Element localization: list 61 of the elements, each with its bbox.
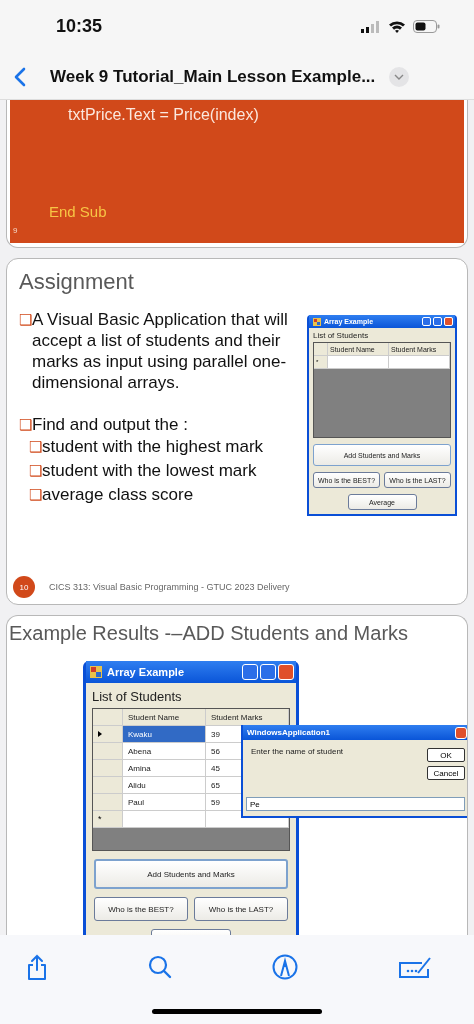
signal-icon	[361, 20, 381, 33]
back-button[interactable]	[12, 65, 28, 89]
bullet-marker: ❑	[29, 485, 42, 505]
table-cell	[389, 356, 450, 369]
grid-label: List of Students	[313, 331, 370, 340]
minimize-button[interactable]	[242, 664, 258, 680]
bullet-text: student with the lowest mark	[42, 460, 258, 482]
search-button[interactable]	[146, 953, 174, 981]
dialog-button[interactable]: Cancel	[427, 766, 465, 780]
status-time: 10:35	[56, 16, 103, 37]
bullet-marker: ❑	[19, 415, 32, 435]
table-cell: Kwaku	[123, 726, 206, 743]
table-cell: Abena	[123, 743, 206, 760]
app-icon	[90, 666, 102, 678]
slide-number: 10	[13, 576, 35, 598]
row-header	[93, 777, 123, 794]
bullet-marker: ❑	[29, 461, 42, 481]
row-header	[93, 760, 123, 777]
column-header: Student Name	[123, 709, 206, 726]
table-cell: Alidu	[123, 777, 206, 794]
wifi-icon	[388, 20, 406, 33]
back-chevron-icon	[14, 67, 26, 87]
bullet-text: Find and output the :	[32, 414, 189, 435]
window-button[interactable]: Who is the BEST?	[94, 897, 188, 921]
bullet-marker: ❑	[19, 310, 32, 330]
slide-title: Assignment	[19, 269, 135, 295]
slide-title: Example Results -–ADD Students and Marks	[9, 622, 410, 645]
battery-icon	[413, 20, 440, 33]
bullet-marker: ❑	[29, 437, 42, 457]
new-row-marker: *	[98, 814, 102, 824]
search-icon	[148, 955, 172, 979]
table-cell: Paul	[123, 794, 206, 811]
window-title: Array Example	[107, 666, 186, 678]
code-line: txtPrice.Text = Price(index)	[68, 106, 260, 125]
document-title: Week 9 Tutorial_Main Lesson Example...	[50, 67, 376, 87]
table-cell: Amina	[123, 760, 206, 777]
bullet-text: A Visual Basic Application that will accept a list of students and their marks as input using parallel one-dimensional arrays.	[32, 309, 289, 393]
slide-number: 9	[13, 226, 18, 235]
app-icon	[313, 317, 321, 326]
maximize-button[interactable]	[433, 317, 442, 326]
pen-circle-icon	[272, 954, 298, 980]
close-button[interactable]	[278, 664, 294, 680]
bullet-text: student with the highest mark	[42, 436, 265, 458]
grid-label: List of Students	[92, 689, 183, 704]
code-line: End Sub	[49, 203, 108, 220]
dialog-button[interactable]: OK	[427, 748, 465, 762]
chevron-down-icon	[394, 74, 405, 80]
input-field[interactable]: Pe	[246, 797, 465, 811]
close-button[interactable]	[455, 726, 467, 739]
column-header: Student Marks	[206, 709, 289, 726]
slide-footer: CICS 313: Visual Basic Programming - GTUC 2023 Delivery	[49, 582, 290, 592]
bullet-text: average class score	[42, 484, 195, 506]
window-button[interactable]: Add Students and Marks	[94, 859, 288, 889]
current-row-arrow-icon	[98, 731, 102, 737]
minimize-button[interactable]	[422, 317, 431, 326]
maximize-button[interactable]	[260, 664, 276, 680]
share-icon	[26, 954, 48, 980]
close-button[interactable]	[444, 317, 453, 326]
pen-circle-button[interactable]	[270, 952, 300, 982]
window-button[interactable]: Who is the LAST?	[194, 897, 288, 921]
keyboard-pen-icon	[398, 955, 432, 979]
